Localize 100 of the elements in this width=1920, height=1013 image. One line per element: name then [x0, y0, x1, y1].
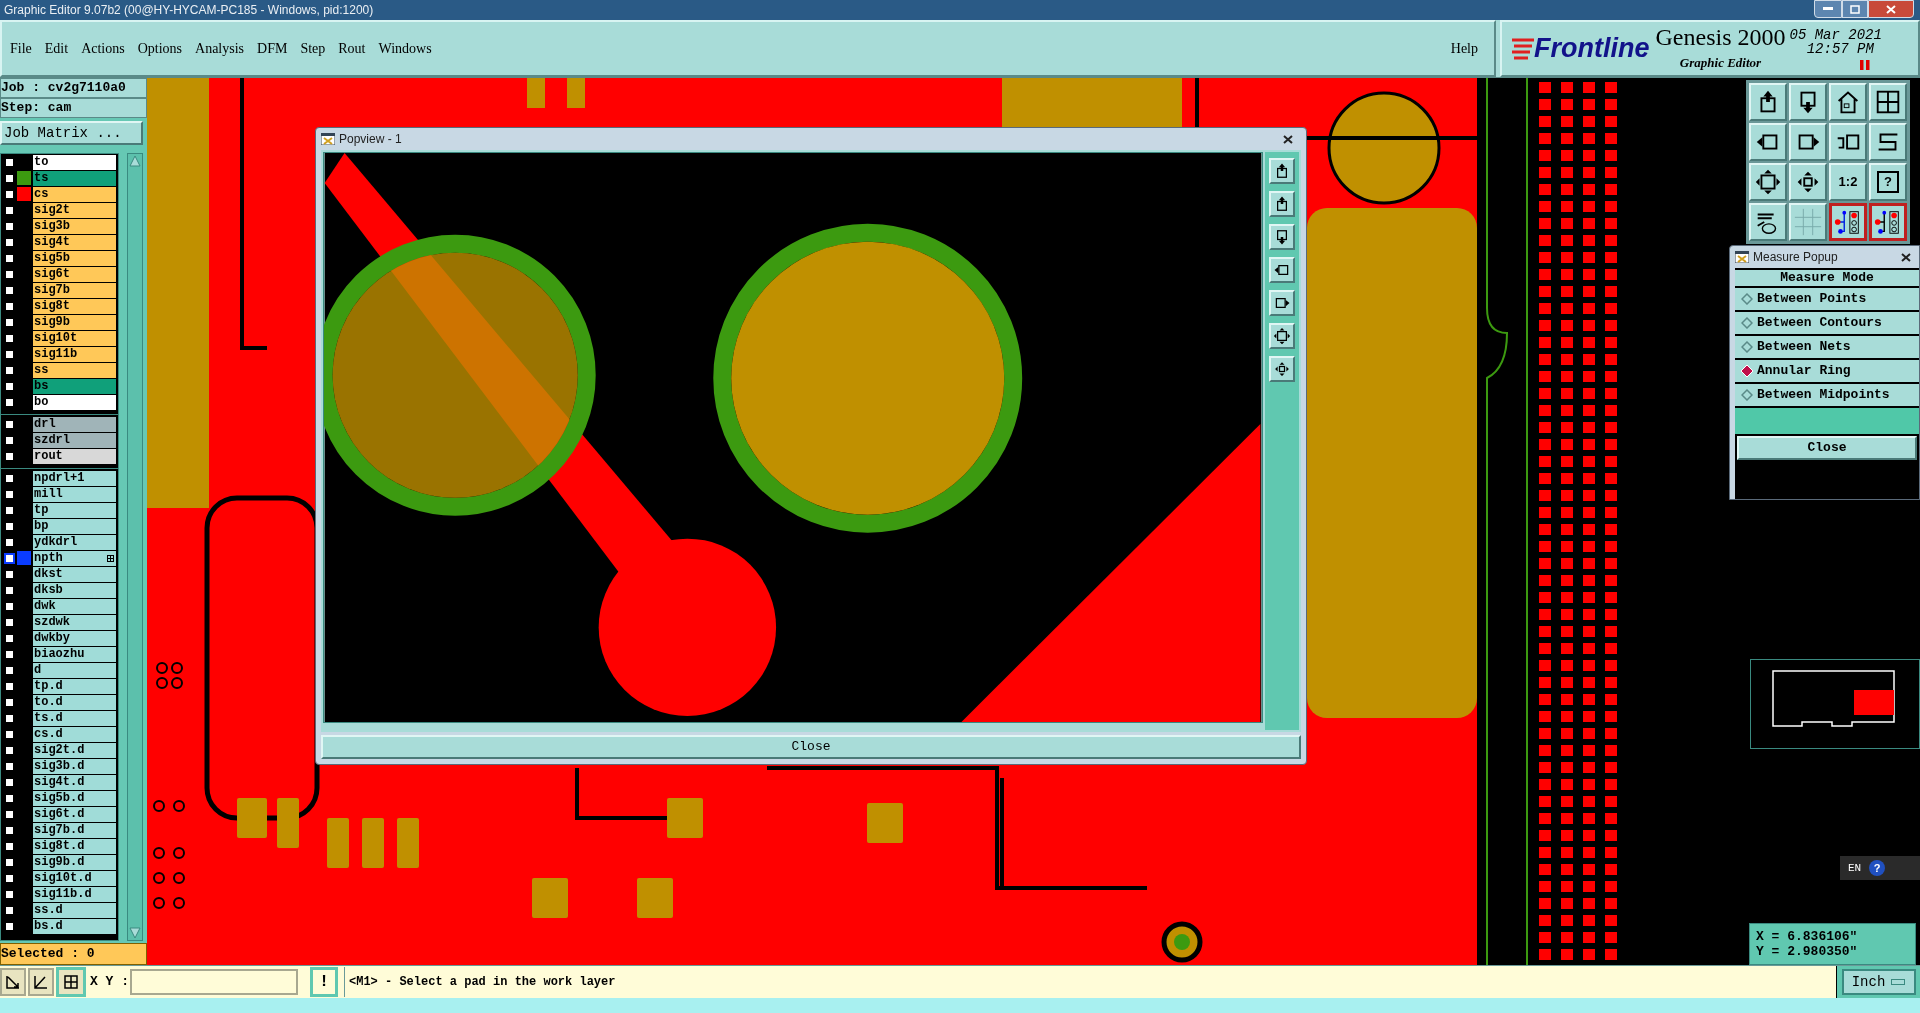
- help-button[interactable]: ?: [1869, 860, 1886, 876]
- layer-name[interactable]: ts.d: [33, 710, 116, 726]
- up-arrow-box-button[interactable]: [1269, 191, 1295, 217]
- layer-name[interactable]: bs: [33, 378, 116, 394]
- layer-checkbox[interactable]: [4, 396, 15, 408]
- layer-checkbox[interactable]: [4, 600, 15, 612]
- menu-item[interactable]: File: [10, 38, 32, 59]
- net-highlight-button[interactable]: [1829, 203, 1867, 241]
- down-arrow-box-button[interactable]: [1789, 83, 1827, 121]
- layer-checkbox[interactable]: [4, 418, 15, 430]
- zoom-fit-button[interactable]: [1789, 163, 1827, 201]
- layer-checkbox[interactable]: [4, 824, 15, 836]
- layer-name[interactable]: drl: [33, 416, 116, 432]
- layer-name[interactable]: sig10t.d: [33, 870, 116, 886]
- layer-checkbox[interactable]: [4, 632, 15, 644]
- layer-name[interactable]: sig8t: [33, 298, 116, 314]
- menu-item[interactable]: Windows: [378, 38, 432, 59]
- job-matrix-button[interactable]: Job Matrix ...: [0, 121, 143, 145]
- draw-tool-icon[interactable]: [0, 968, 26, 996]
- layer-checkbox[interactable]: [4, 584, 15, 596]
- menu-item[interactable]: Edit: [44, 38, 69, 59]
- layer-checkbox[interactable]: [4, 856, 15, 868]
- layer-name[interactable]: bs.d: [33, 918, 116, 934]
- home-button[interactable]: [1829, 83, 1867, 121]
- popview-close-button[interactable]: Close: [321, 735, 1301, 759]
- measure-mode-option[interactable]: Annular Ring: [1735, 360, 1919, 382]
- measure-mode-option[interactable]: Between Contours: [1735, 312, 1919, 334]
- layer-name[interactable]: dwkby: [33, 630, 116, 646]
- layer-name[interactable]: bp: [33, 518, 116, 534]
- measure-mode-option[interactable]: Between Nets: [1735, 336, 1919, 358]
- layer-name[interactable]: sig7b.d: [33, 822, 116, 838]
- up-arrow-box-button[interactable]: [1269, 158, 1295, 184]
- layer-checkbox[interactable]: [4, 450, 15, 462]
- layer-checkbox[interactable]: [4, 348, 15, 360]
- layer-checkbox[interactable]: [4, 728, 15, 740]
- layer-name[interactable]: sig9b: [33, 314, 116, 330]
- layer-name[interactable]: bo: [33, 394, 116, 410]
- layer-checkbox[interactable]: [4, 744, 15, 756]
- layer-name[interactable]: dksb: [33, 582, 116, 598]
- window-grid-button[interactable]: [1869, 83, 1907, 121]
- menu-item[interactable]: DFM: [257, 38, 288, 59]
- layer-checkbox[interactable]: [4, 536, 15, 548]
- layer-checkbox[interactable]: [4, 332, 15, 344]
- layer-checkbox[interactable]: [4, 808, 15, 820]
- layer-checkbox[interactable]: [4, 920, 15, 932]
- measure-mode-option[interactable]: Between Points: [1735, 288, 1919, 310]
- layer-name[interactable]: sig7b: [33, 282, 116, 298]
- layer-name[interactable]: dkst: [33, 566, 116, 582]
- layer-checkbox[interactable]: [4, 504, 15, 516]
- layer-name[interactable]: to: [33, 154, 116, 170]
- right-arrow-box-button[interactable]: [1269, 290, 1295, 316]
- left-arrow-box-button[interactable]: [1749, 123, 1787, 161]
- layer-name[interactable]: sig11b: [33, 346, 116, 362]
- layer-name[interactable]: dwk: [33, 598, 116, 614]
- layer-checkbox[interactable]: [4, 840, 15, 852]
- layer-checkbox[interactable]: [4, 268, 15, 280]
- layer-checkbox[interactable]: [4, 696, 15, 708]
- maximize-button[interactable]: [1842, 0, 1868, 18]
- layer-name[interactable]: d: [33, 662, 116, 678]
- layer-name[interactable]: ydkdrl: [33, 534, 116, 550]
- layer-checkbox[interactable]: [4, 316, 15, 328]
- language-code[interactable]: EN: [1848, 859, 1862, 877]
- layer-name[interactable]: sig2t.d: [33, 742, 116, 758]
- layer-name[interactable]: szdwk: [33, 614, 116, 630]
- layer-name[interactable]: sig2t: [33, 202, 116, 218]
- measure-close-button[interactable]: Close: [1737, 436, 1917, 460]
- menu-item[interactable]: Help: [1450, 38, 1478, 59]
- grid-button[interactable]: [1789, 203, 1827, 241]
- layer-name[interactable]: biaozhu: [33, 646, 116, 662]
- layer-checkbox[interactable]: [4, 220, 15, 232]
- undo-box-button[interactable]: [1829, 123, 1867, 161]
- layer-name[interactable]: sig11b.d: [33, 886, 116, 902]
- up-arrow-box-button[interactable]: [1749, 83, 1787, 121]
- layer-checkbox[interactable]: [4, 792, 15, 804]
- layer-checkbox[interactable]: [4, 648, 15, 660]
- layer-checkbox[interactable]: [4, 236, 15, 248]
- layer-name[interactable]: sig6t.d: [33, 806, 116, 822]
- layer-name[interactable]: to.d: [33, 694, 116, 710]
- layer-name[interactable]: sig9b.d: [33, 854, 116, 870]
- layer-name[interactable]: rout: [33, 448, 116, 464]
- grid-snap-icon[interactable]: [56, 967, 86, 997]
- menu-item[interactable]: Rout: [338, 38, 366, 59]
- layer-name[interactable]: sig3b.d: [33, 758, 116, 774]
- layer-name[interactable]: sig10t: [33, 330, 116, 346]
- layer-name[interactable]: sig4t.d: [33, 774, 116, 790]
- xy-input-field[interactable]: [130, 969, 298, 995]
- layer-checkbox[interactable]: [4, 188, 15, 200]
- layer-name[interactable]: npth: [33, 550, 116, 566]
- menu-item[interactable]: Step: [300, 38, 326, 59]
- expand-button[interactable]: [1269, 323, 1295, 349]
- layer-name[interactable]: ss: [33, 362, 116, 378]
- layer-checkbox[interactable]: [4, 904, 15, 916]
- layer-checkbox[interactable]: [4, 712, 15, 724]
- menu-item[interactable]: Analysis: [195, 38, 245, 59]
- layer-checkbox[interactable]: [4, 760, 15, 772]
- layer-checkbox[interactable]: [4, 300, 15, 312]
- layer-checkbox[interactable]: [4, 520, 15, 532]
- alert-button[interactable]: !: [310, 967, 338, 997]
- net-highlight-button[interactable]: [1869, 203, 1907, 241]
- layer-checkbox[interactable]: [4, 364, 15, 376]
